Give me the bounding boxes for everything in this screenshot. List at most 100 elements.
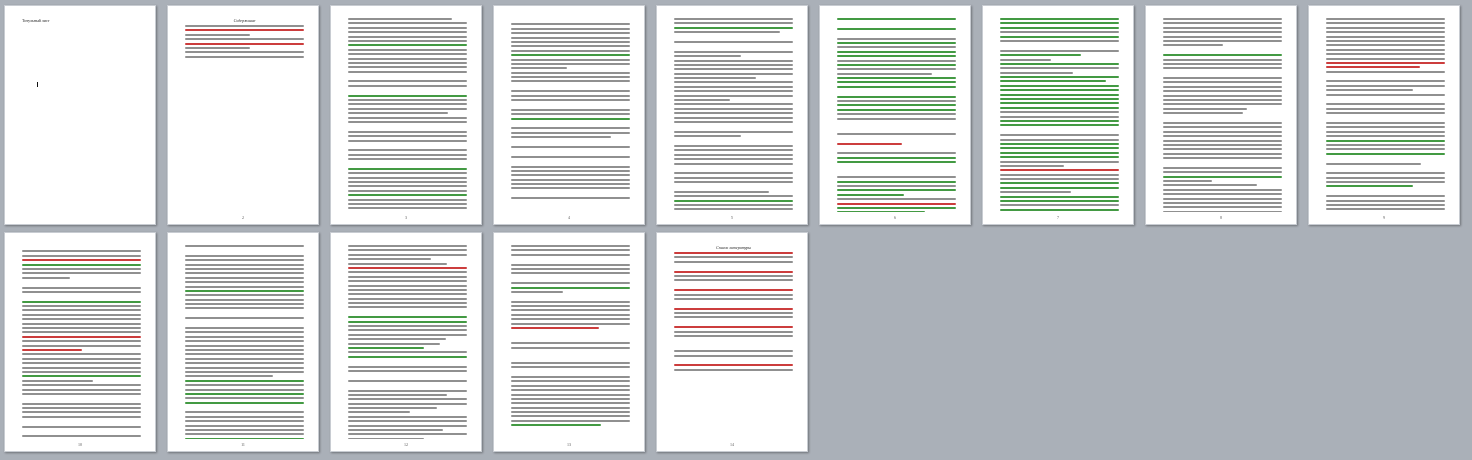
document-page-13[interactable]: 13 (493, 232, 645, 452)
text-line (674, 359, 793, 362)
text-line (1000, 89, 1119, 92)
text-line (1326, 18, 1445, 20)
text-line (185, 285, 304, 288)
page-number: 2 (242, 215, 244, 220)
text-line (348, 258, 432, 261)
text-line (511, 160, 630, 163)
text-line (1326, 204, 1445, 207)
text-line (1163, 94, 1282, 97)
text-line (511, 411, 630, 414)
text-line (1000, 44, 1119, 47)
text-line (1326, 61, 1445, 64)
text-line (1163, 62, 1282, 65)
document-page-grid: Титульный лист Содержание 2 3 4 5 6 7 8 9 10 11 12 13… (0, 0, 1472, 460)
text-line (185, 51, 304, 54)
page-text-block (348, 245, 467, 439)
text-line (837, 104, 956, 107)
text-line (511, 419, 630, 422)
text-line (1163, 171, 1282, 174)
text-line (511, 122, 630, 125)
text-line (185, 429, 304, 432)
text-line (1163, 130, 1282, 133)
text-line (348, 207, 467, 210)
text-line (1163, 107, 1248, 110)
text-line (674, 140, 793, 143)
document-page-11[interactable]: 11 (167, 232, 319, 452)
document-page-4[interactable]: 4 (493, 5, 645, 225)
text-line (837, 152, 956, 155)
text-line (674, 265, 793, 268)
text-line (185, 362, 304, 365)
text-line (348, 415, 467, 418)
document-page-7[interactable]: 7 (982, 5, 1134, 225)
text-line (674, 68, 793, 71)
page-number: 9 (1383, 215, 1385, 220)
text-line (185, 348, 304, 351)
text-line (185, 322, 304, 325)
text-line (1326, 157, 1445, 160)
document-page-3[interactable]: 3 (330, 5, 482, 225)
text-line (348, 149, 467, 152)
text-line (674, 103, 793, 106)
document-page-5[interactable]: 5 (656, 5, 808, 225)
text-line (511, 76, 630, 79)
document-page-14[interactable]: Список литературы 14 (656, 232, 808, 452)
text-line (837, 85, 956, 88)
document-page-6[interactable]: 6 (819, 5, 971, 225)
text-line (22, 344, 141, 347)
text-line (511, 192, 630, 195)
text-line (1163, 26, 1282, 29)
text-line (22, 379, 94, 382)
text-line (185, 357, 304, 360)
text-line (22, 327, 141, 330)
text-line (1326, 84, 1445, 87)
text-line (511, 103, 630, 106)
text-line (348, 26, 467, 29)
text-line (1000, 147, 1119, 150)
text-line (22, 420, 141, 423)
text-line (674, 335, 793, 338)
text-line (837, 77, 956, 80)
document-page-12[interactable]: 12 (330, 232, 482, 452)
text-line (348, 379, 467, 382)
text-line (185, 411, 304, 414)
document-page-1[interactable]: Титульный лист (4, 5, 156, 225)
text-line (1000, 115, 1119, 118)
text-line (511, 117, 630, 120)
text-line (22, 272, 141, 275)
text-line (674, 55, 741, 58)
text-line (22, 322, 141, 325)
text-line (837, 41, 956, 44)
text-line (674, 167, 793, 170)
text-line (348, 245, 467, 247)
text-line (22, 430, 141, 433)
text-line (511, 322, 630, 325)
text-line (185, 317, 304, 320)
text-line (22, 290, 141, 293)
text-line (1000, 76, 1119, 79)
text-line (674, 368, 793, 371)
document-page-2[interactable]: Содержание 2 (167, 5, 319, 225)
text-line (837, 50, 956, 53)
text-line (1000, 26, 1119, 29)
text-line (837, 176, 956, 179)
text-line (511, 58, 630, 61)
document-page-10[interactable]: 10 (4, 232, 156, 452)
text-line (1326, 89, 1413, 92)
text-line (1326, 162, 1422, 165)
document-page-9[interactable]: 9 (1308, 5, 1460, 225)
text-line (185, 344, 304, 347)
text-line (348, 297, 467, 300)
text-line (1163, 210, 1282, 212)
text-line (674, 297, 793, 300)
text-line (1163, 58, 1282, 61)
text-line (1000, 67, 1119, 70)
text-line (1326, 190, 1445, 193)
text-line (837, 100, 956, 103)
text-line (185, 392, 304, 395)
text-line (348, 384, 467, 387)
text-line (1000, 80, 1106, 83)
document-page-8[interactable]: 8 (1145, 5, 1297, 225)
text-line (1163, 67, 1282, 70)
page-text-block (674, 18, 793, 212)
